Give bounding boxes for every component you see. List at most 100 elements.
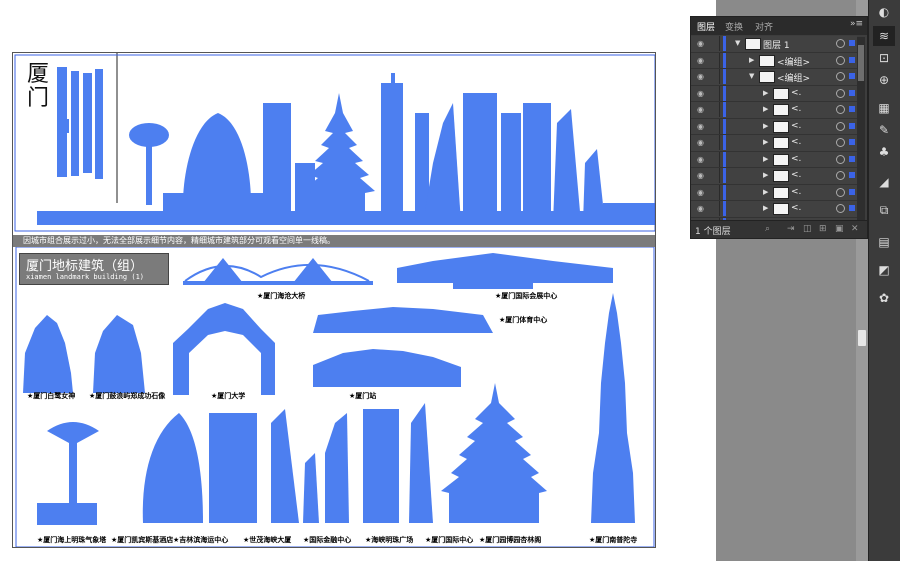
color-tool-icon[interactable]: ◐ <box>873 2 895 22</box>
collapse-arrow-icon[interactable]: ▼ <box>735 39 740 47</box>
layer-row[interactable]: ◉ ▼ <编组> <box>691 69 857 86</box>
layer-row[interactable]: ◉ ▶ <. <box>691 85 857 102</box>
expand-arrow-icon[interactable]: ▶ <box>749 56 754 64</box>
lock-column[interactable] <box>719 201 720 216</box>
visibility-eye-icon[interactable]: ◉ <box>697 89 707 98</box>
skyline-illustration[interactable] <box>13 53 656 548</box>
export-icon[interactable]: ⇥ <box>787 224 795 234</box>
expand-arrow-icon[interactable]: ▶ <box>763 204 768 212</box>
brushes-tool-icon[interactable]: ✎ <box>873 120 895 140</box>
delete-icon[interactable]: ✕ <box>851 224 859 234</box>
layer-name[interactable]: <. <box>791 154 801 164</box>
layer-row[interactable]: ◉ ▶ <. <box>691 135 857 152</box>
lock-column[interactable] <box>719 85 720 101</box>
new-sublayer-icon[interactable]: ⊞ <box>819 224 827 234</box>
layer-name[interactable]: <. <box>791 170 801 180</box>
lock-column[interactable] <box>719 36 720 51</box>
selection-square-icon[interactable] <box>849 188 855 195</box>
tab-transform[interactable]: 变换 <box>725 20 743 33</box>
layers-panel[interactable]: 图层 变换 对齐 »≡ ◉ ▼ 图层 1 ◉ ▶ <编组> ◉ ▼ <编组> ◉ ▶ <. ◉ ▶ <. ◉ ▶… <box>690 16 868 239</box>
layer-row[interactable]: ◉ ▶ <. <box>691 201 857 218</box>
collapse-arrow-icon[interactable]: ▼ <box>749 72 754 80</box>
selection-square-icon[interactable] <box>849 205 855 211</box>
layer-name[interactable]: <. <box>791 121 801 131</box>
layer-name[interactable]: <. <box>791 137 801 147</box>
layer-name[interactable]: <. <box>791 88 801 98</box>
target-circle-icon[interactable] <box>836 154 845 164</box>
artboards-tool-icon[interactable]: ⊡ <box>873 48 895 68</box>
lock-column[interactable] <box>719 168 720 183</box>
palette-tool-icon[interactable]: ✿ <box>873 288 895 308</box>
layer-name[interactable]: <编组> <box>777 71 810 84</box>
expand-arrow-icon[interactable]: ▶ <box>763 188 768 196</box>
target-circle-icon[interactable] <box>836 55 845 65</box>
selection-square-icon[interactable] <box>849 56 855 63</box>
layer-name[interactable]: <. <box>791 104 801 114</box>
target-circle-icon[interactable] <box>836 187 845 197</box>
layer-name[interactable]: <编组> <box>777 55 810 68</box>
target-circle-icon[interactable] <box>836 72 845 81</box>
stroke-tool-icon[interactable]: ◢ <box>873 172 895 192</box>
visibility-eye-icon[interactable]: ◉ <box>697 188 707 197</box>
layer-row[interactable]: ◉ ▶ <. <box>691 168 857 185</box>
symbols-tool-icon[interactable]: ♣ <box>873 142 895 162</box>
lock-column[interactable] <box>719 52 720 68</box>
links-tool-icon[interactable]: ⊕ <box>873 70 895 90</box>
gradient-tool-icon[interactable]: ▤ <box>873 232 895 252</box>
search-icon[interactable]: ⌕ <box>765 224 770 234</box>
layer-row[interactable]: ◉ ▶ <编组> <box>691 52 857 69</box>
lock-column[interactable] <box>719 151 720 167</box>
panel-scroll-thumb[interactable] <box>858 45 864 81</box>
transparency-tool-icon[interactable]: ◩ <box>873 260 895 280</box>
clip-mask-icon[interactable]: ◫ <box>803 224 812 234</box>
lock-column[interactable] <box>719 118 720 134</box>
visibility-eye-icon[interactable]: ◉ <box>697 122 707 131</box>
layer-row[interactable]: ◉ ▶ <. <box>691 151 857 168</box>
target-circle-icon[interactable] <box>836 138 845 147</box>
layer-row[interactable]: ◉ ▼ 图层 1 <box>691 36 857 53</box>
expand-arrow-icon[interactable]: ▶ <box>763 122 768 130</box>
selection-square-icon[interactable] <box>849 73 855 79</box>
expand-arrow-icon[interactable]: ▶ <box>763 89 768 97</box>
selection-square-icon[interactable] <box>849 172 855 178</box>
layer-name[interactable]: <. <box>791 187 801 197</box>
lock-column[interactable] <box>719 184 720 200</box>
visibility-eye-icon[interactable]: ◉ <box>697 204 707 213</box>
tab-layers[interactable]: 图层 <box>697 20 715 33</box>
selection-square-icon[interactable] <box>849 139 855 145</box>
selection-square-icon[interactable] <box>849 122 855 129</box>
visibility-eye-icon[interactable]: ◉ <box>697 105 707 114</box>
lock-column[interactable] <box>719 135 720 150</box>
tab-align[interactable]: 对齐 <box>755 20 773 33</box>
vertical-scroll-thumb[interactable] <box>858 330 866 346</box>
selection-square-icon[interactable] <box>849 40 855 46</box>
panel-menu-icon[interactable]: »≡ <box>850 19 863 29</box>
new-layer-icon[interactable]: ▣ <box>835 224 844 234</box>
visibility-eye-icon[interactable]: ◉ <box>697 39 707 48</box>
target-circle-icon[interactable] <box>836 88 845 98</box>
expand-arrow-icon[interactable]: ▶ <box>763 138 768 146</box>
artboard[interactable]: 厦门 因城市组合展示过小，无法全部展示细节内容，精细城市建筑部分可观看空间单一线… <box>12 52 656 548</box>
swatches-tool-icon[interactable]: ▦ <box>873 98 895 118</box>
layer-row[interactable]: ◉ ▶ <. <box>691 102 857 119</box>
layer-name[interactable]: 图层 1 <box>763 38 790 51</box>
layer-row[interactable]: ◉ ▶ <. <box>691 118 857 135</box>
target-circle-icon[interactable] <box>836 171 845 180</box>
expand-arrow-icon[interactable]: ▶ <box>763 105 768 113</box>
lock-column[interactable] <box>719 69 720 84</box>
target-circle-icon[interactable] <box>836 204 845 213</box>
visibility-eye-icon[interactable]: ◉ <box>697 155 707 164</box>
pathfinder-tool-icon[interactable]: ⧉ <box>873 200 895 220</box>
layer-row[interactable]: ◉ ▶ <. <box>691 184 857 201</box>
target-circle-icon[interactable] <box>836 39 845 48</box>
selection-square-icon[interactable] <box>849 155 855 162</box>
target-circle-icon[interactable] <box>836 105 845 114</box>
layers-tool-icon[interactable]: ≋ <box>873 26 895 46</box>
visibility-eye-icon[interactable]: ◉ <box>697 56 707 65</box>
selection-square-icon[interactable] <box>849 106 855 112</box>
target-circle-icon[interactable] <box>836 121 845 131</box>
title-box[interactable]: 厦门地标建筑（组） xiamen landmark building (1) <box>19 253 169 285</box>
visibility-eye-icon[interactable]: ◉ <box>697 72 707 81</box>
expand-arrow-icon[interactable]: ▶ <box>763 171 768 179</box>
selection-square-icon[interactable] <box>849 89 855 96</box>
